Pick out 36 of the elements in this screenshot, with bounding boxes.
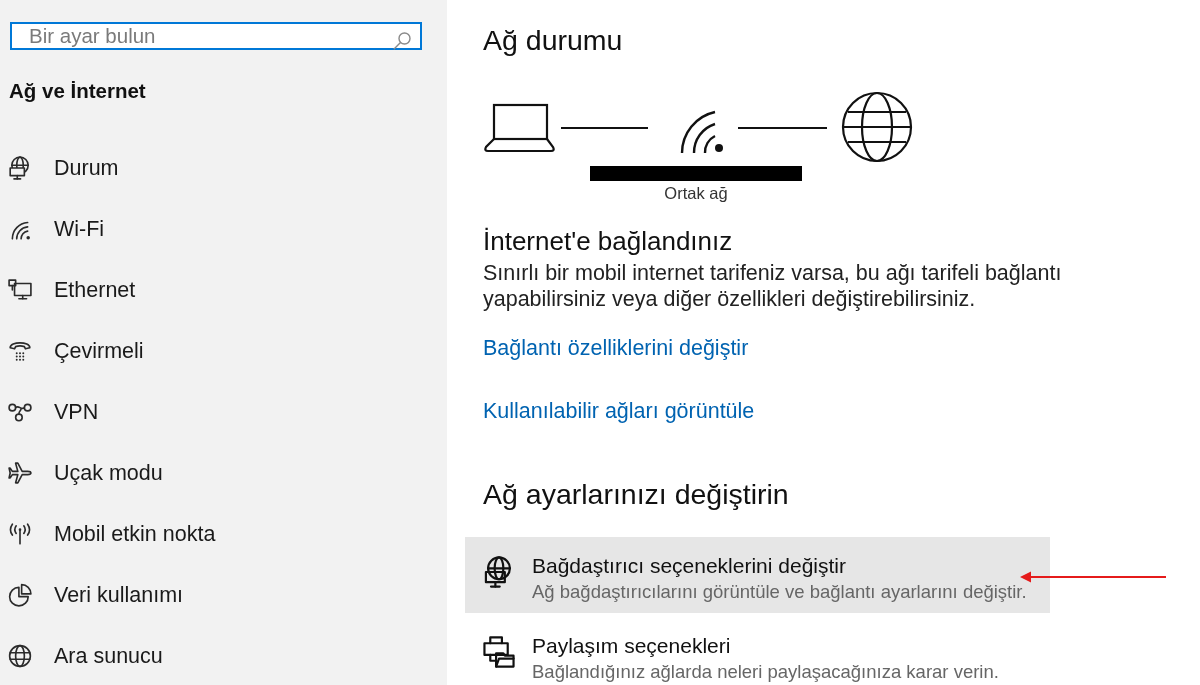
option-row[interactable]: Bağdaştırıcı seçeneklerini değiştir Ağ bağdaştırıcılarını görüntüle ve bağlantı ayarlarını değiştir. [465,537,1050,613]
globe-monitor-icon [8,155,32,180]
globe-icon [8,643,32,668]
laptop-icon [484,103,555,153]
option-description: Ağ bağdaştırıcılarını görüntüle ve bağlantı ayarlarını değiştir. [532,582,1027,601]
option-title: Bağdaştırıcı seçeneklerini değiştir [532,554,846,578]
section-title: Ağ ve İnternet [9,78,146,104]
wifi-icon [680,110,723,154]
globe-icon [841,91,913,163]
nav-item[interactable]: Durum [8,154,119,181]
nav-item[interactable]: Wi-Fi [8,215,105,242]
section-heading: Ağ durumu [483,24,623,56]
nav-item[interactable]: Veri kullanımı [8,581,184,608]
link[interactable]: Kullanılabilir ağları görüntüle [483,399,755,423]
nav-item[interactable]: VPN [8,398,99,425]
nav-item[interactable]: Çevirmeli [8,337,144,364]
description-text: Sınırlı bir mobil internet tarifeniz varsa, bu ağı tarifeli bağlantı yapabilirsiniz veya diğer özellikleri değiştirebilirsiniz. [483,260,1063,312]
printer-folder-icon [483,636,515,668]
arrow-icon [1020,571,1166,583]
search-field[interactable]: Bir ayar bulun [10,22,422,50]
link[interactable]: Bağlantı özelliklerini değiştir [483,336,749,360]
section-heading: Ağ ayarlarınızı değiştirin [483,478,789,510]
antenna-icon [8,521,32,546]
option-title: Paylaşım seçenekleri [532,634,731,658]
pie-chart-icon [8,582,32,607]
option-row[interactable]: Paylaşım seçenekleri Bağlandığınız ağlarda neleri paylaşacağınıza karar verin. [465,617,999,685]
network-label: Ortak ağ [664,184,728,202]
monitor-icon [8,277,32,302]
connection-title: İnternet'e bağlandınız [483,227,733,255]
nav-item[interactable]: Ara sunucu [8,642,163,669]
nav-item[interactable]: Ethernet [8,276,136,303]
nav-item[interactable]: Mobil etkin nokta [8,520,216,547]
airplane-icon [8,460,32,485]
option-description: Bağlandığınız ağlarda neleri paylaşacağınıza karar verin. [532,662,999,681]
search-icon [393,32,411,50]
nav-item[interactable]: Uçak modu [8,459,163,486]
